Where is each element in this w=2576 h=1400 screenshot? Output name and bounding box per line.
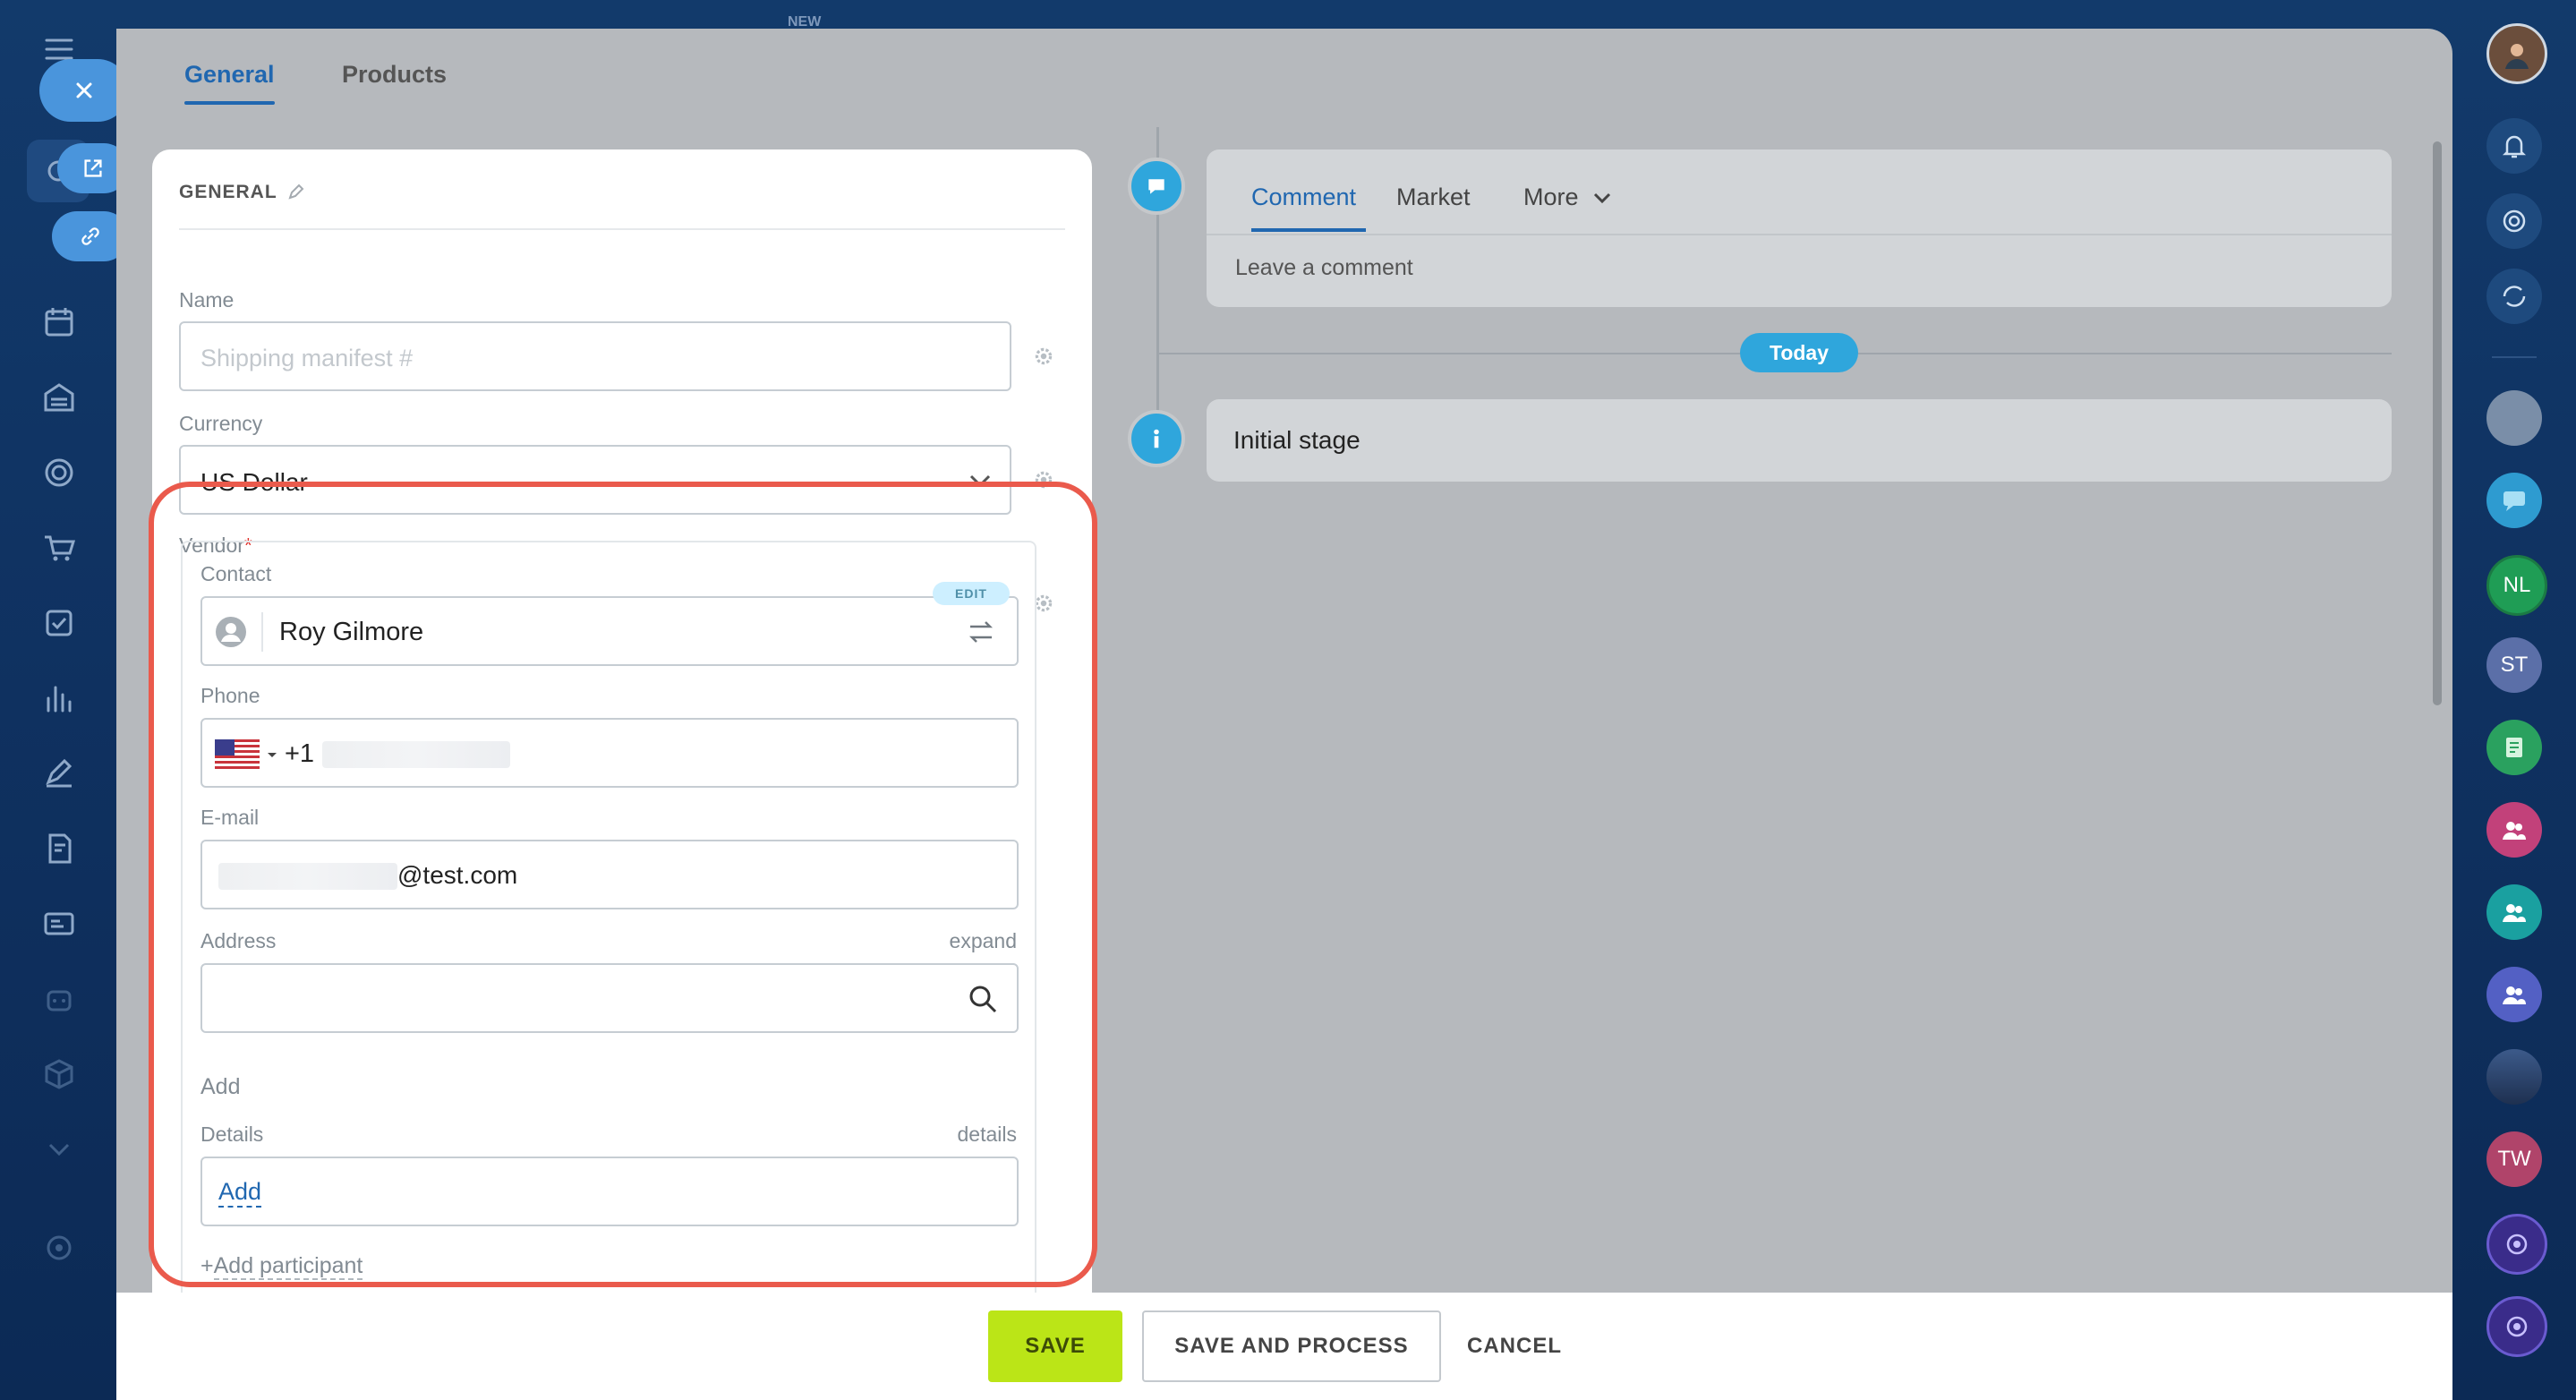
robot-icon[interactable] xyxy=(36,976,82,1022)
pencil-icon[interactable] xyxy=(286,182,308,203)
cart-icon[interactable] xyxy=(36,525,82,571)
document-edit-icon[interactable] xyxy=(36,825,82,872)
chat-avatar-city[interactable] xyxy=(2486,1049,2542,1105)
group-chat-icon-1[interactable] xyxy=(2486,802,2542,858)
vendor-highlight-frame xyxy=(149,482,1097,1287)
section-title: GENERAL xyxy=(179,182,277,202)
save-button[interactable]: SAVE xyxy=(988,1310,1122,1382)
tab-more[interactable]: More xyxy=(1523,184,1612,211)
notes-icon[interactable] xyxy=(2486,720,2542,775)
stage-card: Initial stage xyxy=(1207,399,2392,482)
stage-text: Initial stage xyxy=(1233,426,1361,454)
left-sidebar xyxy=(0,0,116,1400)
calendar-icon[interactable] xyxy=(36,299,82,346)
entity-slider-panel: General Products GENERAL Name Shipping m… xyxy=(116,29,2452,1400)
chat-messages-icon[interactable] xyxy=(2486,473,2542,528)
name-label: Name xyxy=(179,288,235,312)
target-icon[interactable] xyxy=(36,449,82,496)
tab-products[interactable]: Products xyxy=(342,61,447,89)
contact-card-icon[interactable] xyxy=(36,901,82,947)
comment-bubble-icon xyxy=(1128,158,1185,215)
notifications-icon[interactable] xyxy=(2486,118,2542,174)
tab-market[interactable]: Market xyxy=(1396,184,1471,211)
today-badge: Today xyxy=(1740,333,1858,372)
group-chat-icon-2[interactable] xyxy=(2486,884,2542,940)
comment-card: Comment Market More Leave a comment xyxy=(1207,149,2392,307)
tab-comment[interactable]: Comment xyxy=(1251,184,1356,211)
scrollbar[interactable] xyxy=(2433,141,2442,705)
analytics-icon[interactable] xyxy=(36,675,82,721)
save-and-process-button[interactable]: SAVE AND PROCESS xyxy=(1142,1310,1441,1382)
right-sidebar: NL ST TW xyxy=(2452,0,2576,1400)
sidebar-divider xyxy=(2492,356,2537,358)
sign-icon[interactable] xyxy=(36,750,82,797)
chat-sync-icon[interactable] xyxy=(2486,269,2542,324)
tab-general[interactable]: General xyxy=(184,61,275,105)
close-icon xyxy=(76,82,92,98)
gear-icon[interactable] xyxy=(1032,345,1055,368)
cancel-button[interactable]: CANCEL xyxy=(1452,1310,1577,1382)
warehouse-icon[interactable] xyxy=(36,374,82,421)
chat-avatar-nl[interactable]: NL xyxy=(2486,555,2547,616)
settings-icon[interactable] xyxy=(36,1225,82,1271)
comment-tab-underline xyxy=(1251,228,1366,232)
name-input[interactable]: Shipping manifest # xyxy=(179,321,1011,391)
close-slider-button[interactable] xyxy=(39,59,129,122)
external-link-icon xyxy=(84,159,102,177)
channel-icon-1[interactable] xyxy=(2486,1214,2547,1275)
search-target-icon[interactable] xyxy=(2486,193,2542,249)
chat-avatar-1[interactable] xyxy=(2486,390,2542,446)
link-icon xyxy=(81,227,99,245)
box-icon[interactable] xyxy=(36,1051,82,1097)
tasks-icon[interactable] xyxy=(36,600,82,646)
section-divider xyxy=(179,228,1065,230)
chevron-down-icon xyxy=(1593,192,1611,204)
channel-icon-2[interactable] xyxy=(2486,1296,2547,1357)
info-icon xyxy=(1128,410,1185,467)
chevron-down-icon[interactable] xyxy=(36,1126,82,1173)
chat-avatar-st[interactable]: ST xyxy=(2486,637,2542,693)
user-avatar[interactable] xyxy=(2486,23,2547,84)
chat-avatar-tw[interactable]: TW xyxy=(2486,1131,2542,1187)
name-placeholder: Shipping manifest # xyxy=(200,345,414,371)
currency-label: Currency xyxy=(179,412,263,435)
group-chat-icon-3[interactable] xyxy=(2486,967,2542,1022)
comment-input[interactable]: Leave a comment xyxy=(1235,255,1413,281)
